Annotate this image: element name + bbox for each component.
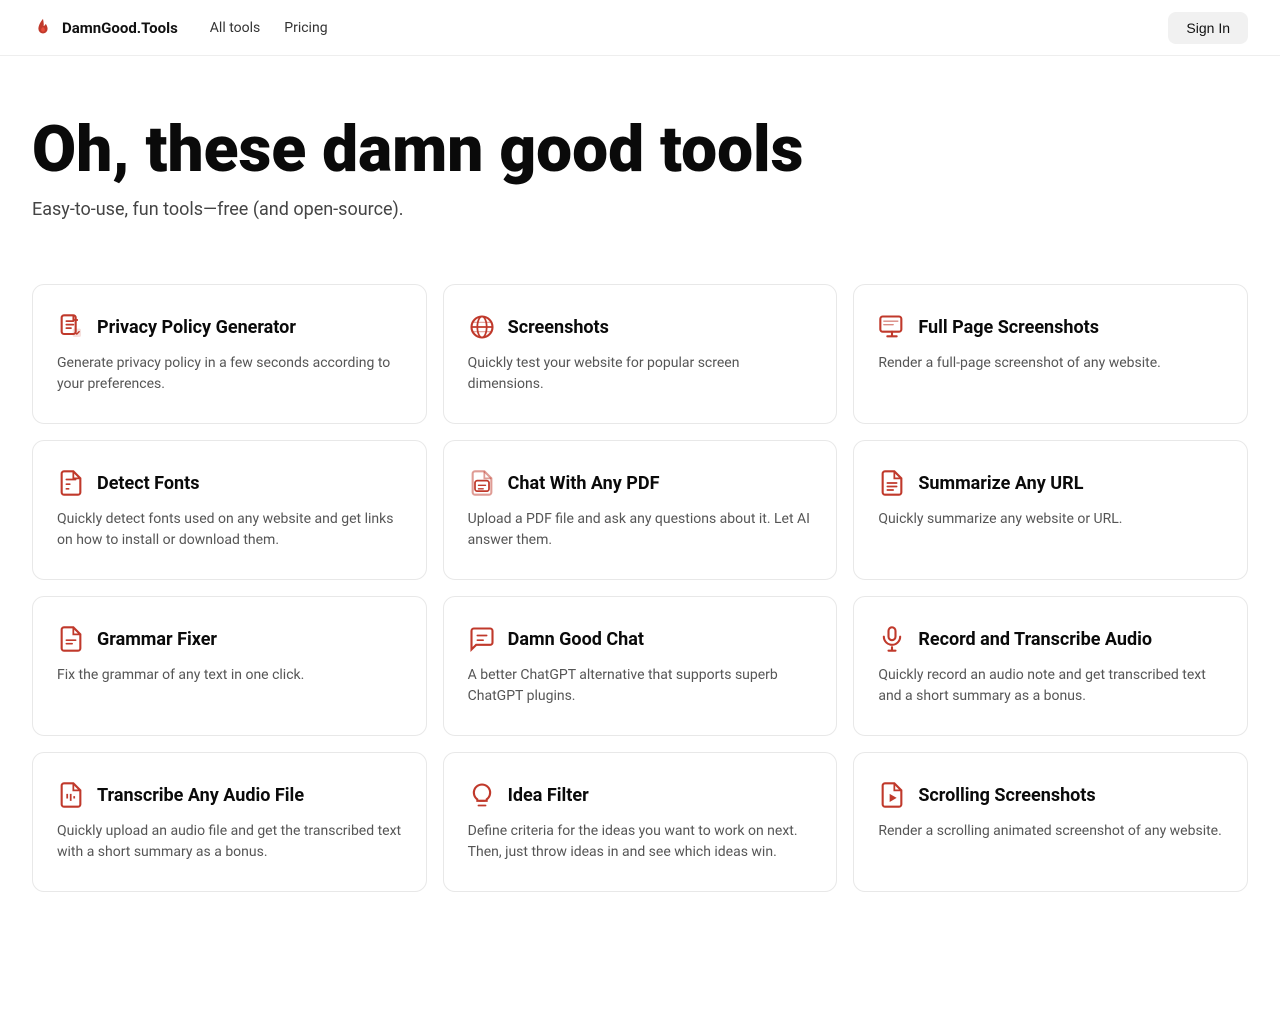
nav-pricing[interactable]: Pricing: [284, 20, 327, 36]
tool-card-title: Grammar Fixer: [97, 629, 217, 650]
tool-card-title: Damn Good Chat: [508, 629, 644, 650]
tool-card-header: Privacy Policy Generator: [57, 313, 402, 341]
tool-card-scrolling-screenshots[interactable]: Scrolling Screenshots Render a scrolling …: [853, 752, 1248, 892]
tool-card-desc: Fix the grammar of any text in one click…: [57, 665, 402, 686]
tool-card-title: Detect Fonts: [97, 473, 199, 494]
tool-card-header: Damn Good Chat: [468, 625, 813, 653]
document-text-icon: [878, 469, 906, 497]
tool-card-transcribe-audio[interactable]: Transcribe Any Audio File Quickly upload …: [32, 752, 427, 892]
tool-card-grammar-fixer[interactable]: Grammar Fixer Fix the grammar of any text…: [32, 596, 427, 736]
tool-card-title: Screenshots: [508, 317, 609, 338]
tool-card-header: Scrolling Screenshots: [878, 781, 1223, 809]
document-search-icon: [57, 469, 85, 497]
tool-card-screenshots[interactable]: Screenshots Quickly test your website for…: [443, 284, 838, 424]
tool-card-desc: Generate privacy policy in a few seconds…: [57, 353, 402, 395]
document-audio-icon: [57, 781, 85, 809]
tool-card-header: Idea Filter: [468, 781, 813, 809]
document-play-icon: [878, 781, 906, 809]
hero-subtitle: Easy-to-use, fun tools—free (and open-so…: [32, 199, 1248, 220]
monitor-icon: [878, 313, 906, 341]
tool-card-damn-good-chat[interactable]: Damn Good Chat A better ChatGPT alternati…: [443, 596, 838, 736]
tool-card-desc: Render a full-page screenshot of any web…: [878, 353, 1223, 374]
tool-card-header: Screenshots: [468, 313, 813, 341]
tool-card-desc: Quickly upload an audio file and get the…: [57, 821, 402, 863]
tool-card-title: Scrolling Screenshots: [918, 785, 1095, 806]
document-edit-icon: [57, 625, 85, 653]
tool-card-desc: Upload a PDF file and ask any questions …: [468, 509, 813, 551]
logo-text: DamnGood.Tools: [62, 19, 178, 37]
tool-card-desc: Quickly record an audio note and get tra…: [878, 665, 1223, 707]
hero-title: Oh, these damn good tools: [32, 116, 1248, 183]
tool-card-full-page-screenshots[interactable]: Full Page Screenshots Render a full-page …: [853, 284, 1248, 424]
document-icon: [57, 313, 85, 341]
tool-card-title: Summarize Any URL: [918, 473, 1083, 494]
tool-card-desc: Render a scrolling animated screenshot o…: [878, 821, 1223, 842]
tool-card-title: Transcribe Any Audio File: [97, 785, 304, 806]
tool-card-header: Chat With Any PDF: [468, 469, 813, 497]
tool-card-title: Chat With Any PDF: [508, 473, 660, 494]
tool-card-desc: Quickly detect fonts used on any website…: [57, 509, 402, 551]
tool-card-desc: A better ChatGPT alternative that suppor…: [468, 665, 813, 707]
tool-card-detect-fonts[interactable]: Detect Fonts Quickly detect fonts used on…: [32, 440, 427, 580]
nav-all-tools[interactable]: All tools: [210, 20, 260, 36]
hero-section: Oh, these damn good tools Easy-to-use, f…: [0, 56, 1280, 260]
tool-card-title: Record and Transcribe Audio: [918, 629, 1152, 650]
tool-card-header: Transcribe Any Audio File: [57, 781, 402, 809]
globe-icon: [468, 313, 496, 341]
nav-links: All tools Pricing: [210, 20, 1169, 36]
tool-card-header: Record and Transcribe Audio: [878, 625, 1223, 653]
tool-card-header: Grammar Fixer: [57, 625, 402, 653]
tool-card-privacy-policy[interactable]: Privacy Policy Generator Generate privacy…: [32, 284, 427, 424]
tool-card-header: Full Page Screenshots: [878, 313, 1223, 341]
flame-icon: [32, 17, 54, 39]
document-chat-icon: [468, 469, 496, 497]
tool-card-idea-filter[interactable]: Idea Filter Define criteria for the ideas…: [443, 752, 838, 892]
tool-card-desc: Quickly test your website for popular sc…: [468, 353, 813, 395]
tool-card-summarize-url[interactable]: Summarize Any URL Quickly summarize any w…: [853, 440, 1248, 580]
tool-card-desc: Quickly summarize any website or URL.: [878, 509, 1223, 530]
lightbulb-icon: [468, 781, 496, 809]
tool-card-title: Full Page Screenshots: [918, 317, 1099, 338]
tool-card-title: Privacy Policy Generator: [97, 317, 296, 338]
chat-icon: [468, 625, 496, 653]
tool-card-header: Detect Fonts: [57, 469, 402, 497]
tool-card-desc: Define criteria for the ideas you want t…: [468, 821, 813, 863]
tool-card-header: Summarize Any URL: [878, 469, 1223, 497]
tool-card-chat-pdf[interactable]: Chat With Any PDF Upload a PDF file and a…: [443, 440, 838, 580]
tools-grid: Privacy Policy Generator Generate privacy…: [0, 260, 1280, 940]
mic-icon: [878, 625, 906, 653]
sign-in-button[interactable]: Sign In: [1168, 12, 1248, 44]
tool-card-record-transcribe[interactable]: Record and Transcribe Audio Quickly recor…: [853, 596, 1248, 736]
logo[interactable]: DamnGood.Tools: [32, 17, 178, 39]
navbar: DamnGood.Tools All tools Pricing Sign In: [0, 0, 1280, 56]
tool-card-title: Idea Filter: [508, 785, 589, 806]
